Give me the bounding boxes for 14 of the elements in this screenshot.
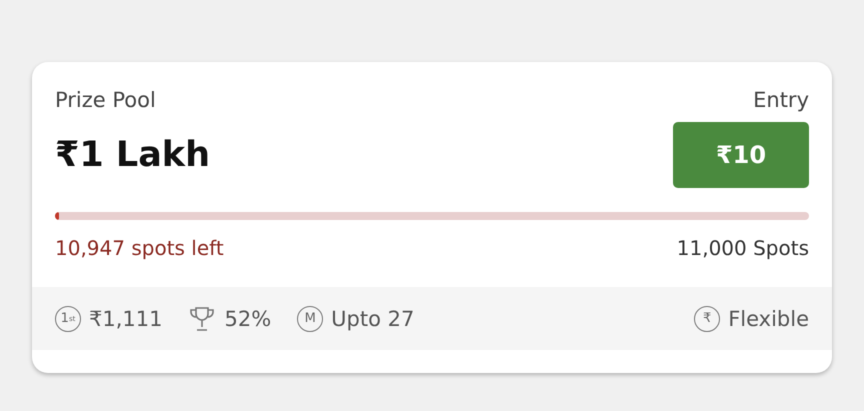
entry-fee-button[interactable]: ₹10	[673, 122, 809, 188]
flexible-label: Flexible	[728, 306, 809, 330]
trophy-icon	[188, 304, 216, 332]
prize-pool-label: Prize Pool	[55, 88, 156, 112]
prize-amount: ₹1 Lakh	[55, 135, 210, 175]
footer-stat: 52%	[224, 306, 272, 330]
footer-stat: ₹1,111	[89, 306, 162, 330]
spots-left: 10,947 spots left	[55, 236, 224, 260]
flexible-entry-icon: ₹	[694, 306, 720, 332]
first-place-icon: 1$^{st}$	[55, 306, 81, 332]
total-spots: 11,000 Spots	[676, 236, 809, 260]
max-entries-icon: M	[297, 306, 324, 332]
entry-label: Entry	[753, 88, 809, 112]
footer-stat: Upto 27	[331, 306, 414, 330]
